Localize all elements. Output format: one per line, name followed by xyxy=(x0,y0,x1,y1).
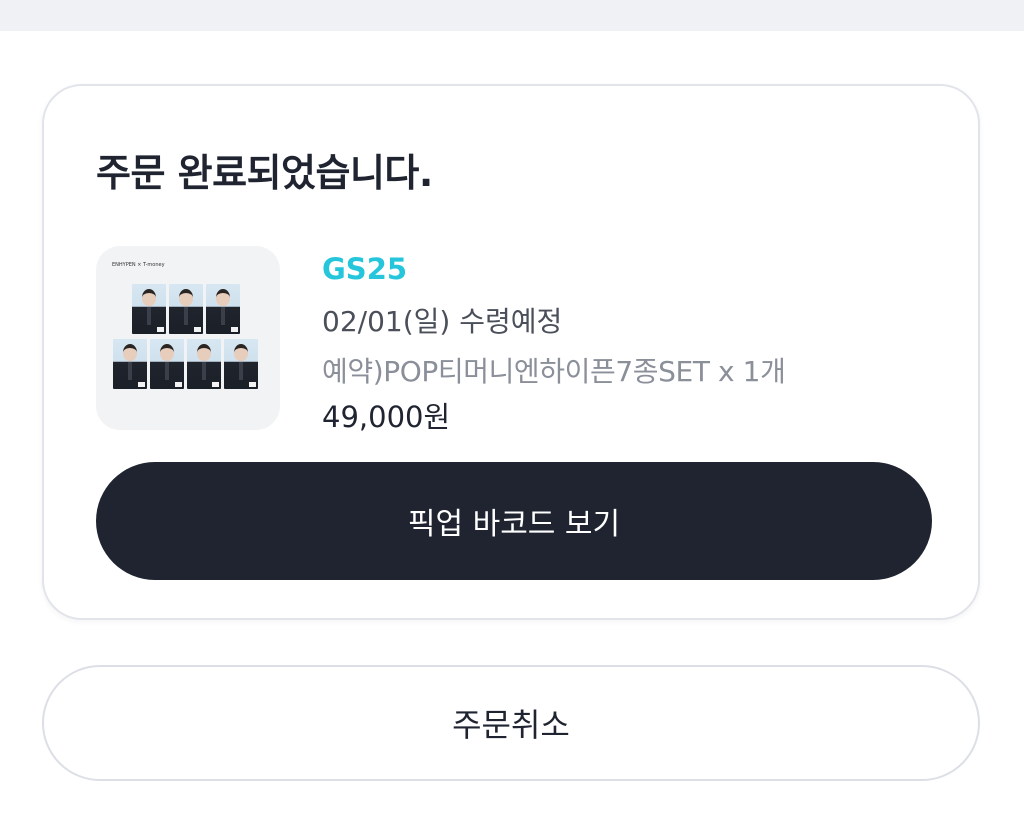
photo-card xyxy=(132,284,166,334)
product-thumbnail: ENHYPEN × T-money xyxy=(96,246,280,430)
order-complete-card: 주문 완료되었습니다. ENHYPEN × T-money GS25 02/01… xyxy=(42,84,980,620)
thumbnail-caption: ENHYPEN × T-money xyxy=(112,262,165,268)
price: 49,000원 xyxy=(322,400,451,434)
photo-card xyxy=(169,284,203,334)
photo-card xyxy=(113,339,147,389)
photo-card xyxy=(206,284,240,334)
photo-card xyxy=(187,339,221,389)
photo-card xyxy=(150,339,184,389)
cancel-order-button[interactable]: 주문취소 xyxy=(42,665,980,781)
top-bar xyxy=(0,0,1024,31)
order-complete-title: 주문 완료되었습니다. xyxy=(96,151,433,195)
view-pickup-barcode-button[interactable]: 픽업 바코드 보기 xyxy=(96,462,932,580)
store-name: GS25 xyxy=(322,252,408,286)
product-name: 예약)POP티머니엔하이픈7종SET x 1개 xyxy=(322,355,786,388)
pickup-date: 02/01(일) 수령예정 xyxy=(322,305,563,338)
photo-card xyxy=(224,339,258,389)
